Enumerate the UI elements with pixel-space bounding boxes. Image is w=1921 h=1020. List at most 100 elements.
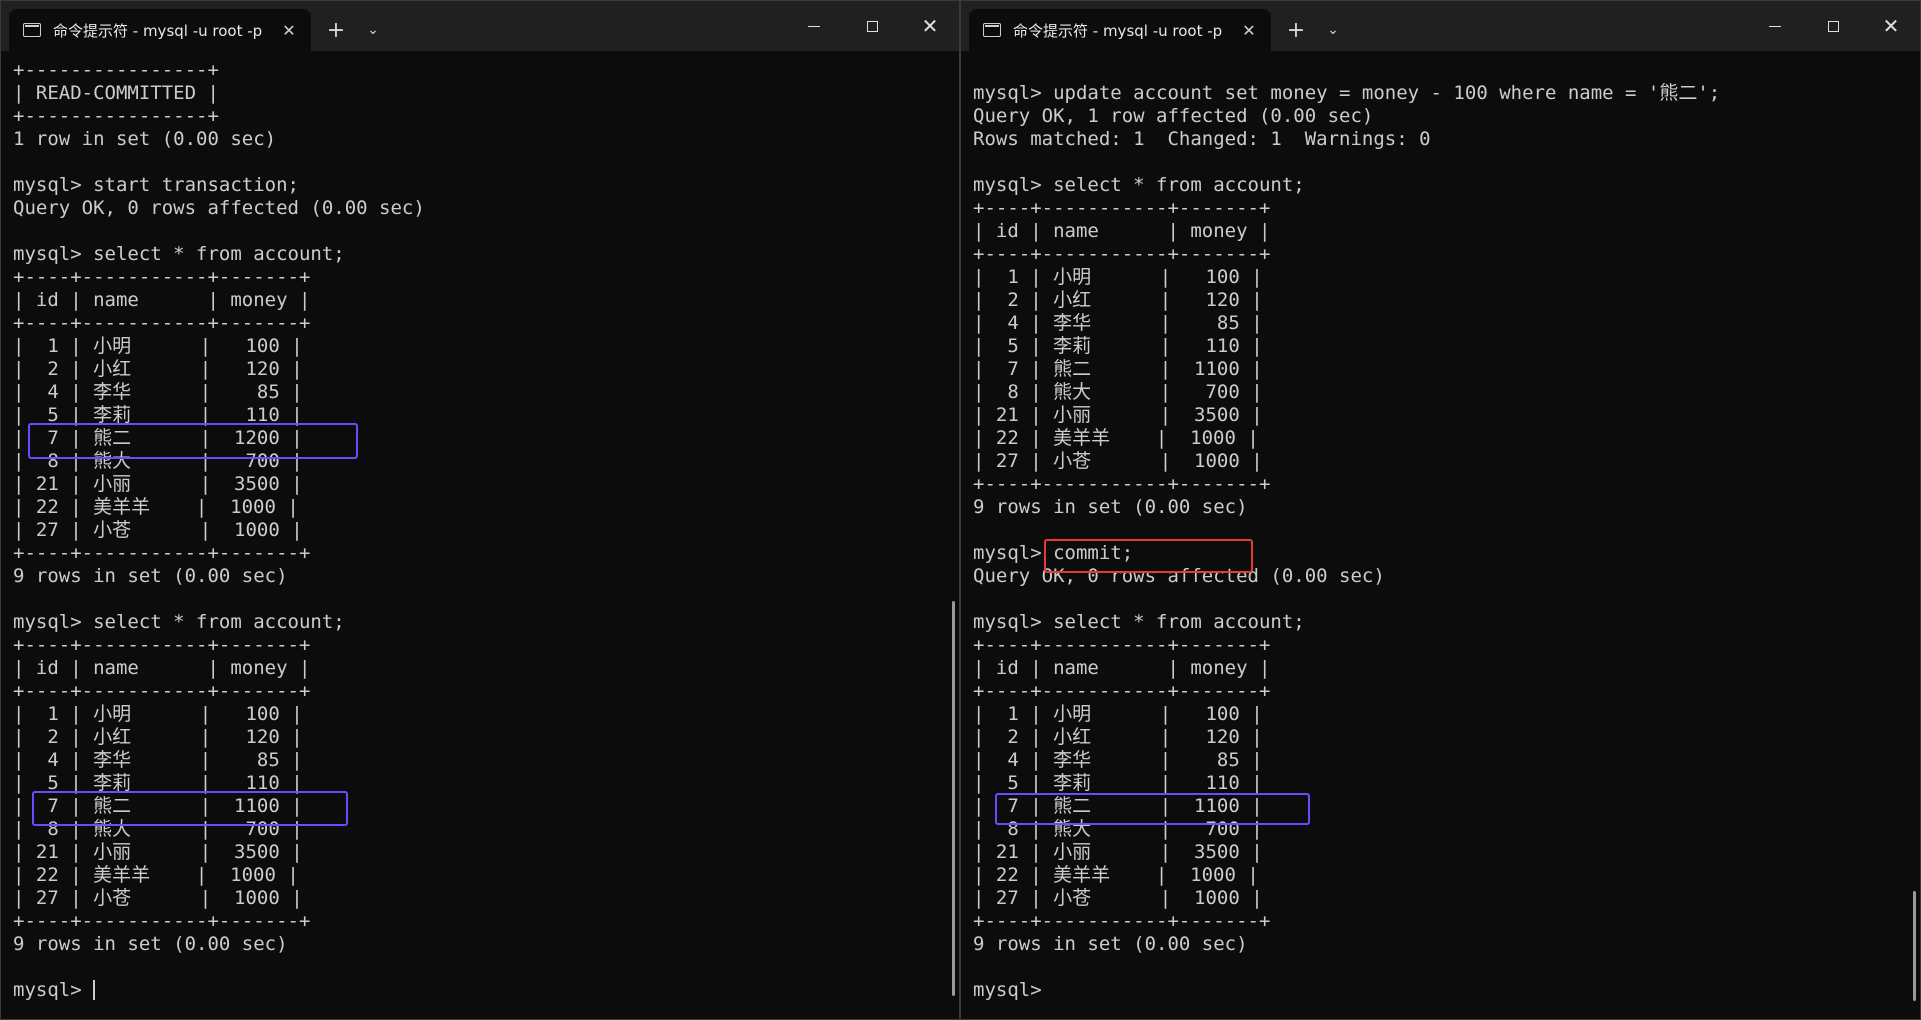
- text-cursor: [93, 980, 96, 1000]
- terminal-line: | 2 | 小红 | 120 |: [973, 289, 1263, 311]
- terminal-line: | 8 | 熊大 | 700 |: [13, 818, 303, 840]
- left-title-bar[interactable]: 命令提示符 - mysql -u root -p ✕ + ⌄ ✕: [1, 1, 959, 51]
- right-minimize-button[interactable]: [1746, 1, 1804, 51]
- terminal-line: | 8 | 熊大 | 700 |: [13, 450, 303, 472]
- terminal-line: 9 rows in set (0.00 sec): [973, 496, 1248, 518]
- close-icon: ✕: [921, 14, 939, 38]
- terminal-line: | 1 | 小明 | 100 |: [13, 335, 303, 357]
- terminal-line: +----+-----------+-------+: [973, 197, 1271, 219]
- terminal-line: | 5 | 李莉 | 110 |: [973, 772, 1263, 794]
- minimize-icon: [1769, 25, 1781, 27]
- terminal-line: mysql>: [973, 979, 1054, 1001]
- terminal-line: | 7 | 熊二 | 1100 |: [13, 795, 303, 817]
- terminal-line: mysql> select * from account;: [13, 243, 345, 265]
- close-icon: ✕: [1882, 14, 1900, 38]
- terminal-line: | 4 | 李华 | 85 |: [973, 312, 1263, 334]
- terminal-line: | 1 | 小明 | 100 |: [973, 266, 1263, 288]
- terminal-line: | 21 | 小丽 | 3500 |: [973, 404, 1263, 426]
- terminal-icon: [23, 23, 41, 37]
- terminal-line: +----+-----------+-------+: [973, 473, 1271, 495]
- left-tab-dropdown-button[interactable]: ⌄: [357, 9, 389, 51]
- terminal-line: | id | name | money |: [973, 220, 1271, 242]
- maximize-icon: [866, 20, 878, 32]
- terminal-line: | 27 | 小苍 | 1000 |: [13, 519, 303, 541]
- terminal-line: | 22 | 美羊羊 | 1000 |: [973, 864, 1259, 886]
- right-scrollbar[interactable]: [1913, 891, 1916, 1001]
- right-tab-title: 命令提示符 - mysql -u root -p: [1013, 21, 1223, 40]
- terminal-line: | 21 | 小丽 | 3500 |: [973, 841, 1263, 863]
- right-terminal-output[interactable]: mysql> update account set money = money …: [973, 59, 1904, 1019]
- terminal-line: Query OK, 0 rows affected (0.00 sec): [973, 565, 1385, 587]
- terminal-line: +----+-----------+-------+: [973, 634, 1271, 656]
- terminal-line: | 7 | 熊二 | 1200 |: [13, 427, 303, 449]
- terminal-line: | id | name | money |: [13, 657, 311, 679]
- terminal-line: | 21 | 小丽 | 3500 |: [13, 841, 303, 863]
- terminal-line: mysql> start transaction;: [13, 174, 299, 196]
- terminal-line: | 22 | 美羊羊 | 1000 |: [13, 496, 299, 518]
- terminal-line: | 2 | 小红 | 120 |: [13, 726, 303, 748]
- terminal-line: Rows matched: 1 Changed: 1 Warnings: 0: [973, 128, 1431, 150]
- terminal-line: | 2 | 小红 | 120 |: [13, 358, 303, 380]
- right-maximize-button[interactable]: [1804, 1, 1862, 51]
- terminal-line: | 27 | 小苍 | 1000 |: [13, 887, 303, 909]
- terminal-line: +----+-----------+-------+: [13, 680, 311, 702]
- left-terminal-output[interactable]: +----------------+ | READ-COMMITTED | +---…: [13, 59, 943, 1019]
- terminal-line: 9 rows in set (0.00 sec): [13, 565, 288, 587]
- right-tab[interactable]: 命令提示符 - mysql -u root -p ✕: [969, 9, 1271, 51]
- right-close-button[interactable]: ✕: [1862, 1, 1920, 51]
- right-tab-dropdown-button[interactable]: ⌄: [1317, 9, 1349, 51]
- terminal-line: | 27 | 小苍 | 1000 |: [973, 887, 1263, 909]
- close-icon[interactable]: ✕: [277, 18, 301, 42]
- close-icon[interactable]: ✕: [1237, 18, 1261, 42]
- terminal-line: | 5 | 李莉 | 110 |: [973, 335, 1263, 357]
- terminal-line: mysql> select * from account;: [973, 611, 1305, 633]
- right-title-bar[interactable]: 命令提示符 - mysql -u root -p ✕ + ⌄ ✕: [961, 1, 1920, 51]
- terminal-line: 1 row in set (0.00 sec): [13, 128, 277, 150]
- plus-icon: +: [326, 17, 346, 43]
- terminal-line: | 5 | 李莉 | 110 |: [13, 404, 303, 426]
- left-scrollbar[interactable]: [952, 601, 955, 996]
- terminal-line: | 22 | 美羊羊 | 1000 |: [973, 427, 1259, 449]
- terminal-line: | 2 | 小红 | 120 |: [973, 726, 1263, 748]
- left-window-controls: ✕: [785, 1, 959, 51]
- right-window-controls: ✕: [1746, 1, 1920, 51]
- left-minimize-button[interactable]: [785, 1, 843, 51]
- left-tab-title: 命令提示符 - mysql -u root -p: [53, 21, 263, 40]
- terminal-line: mysql>: [13, 979, 96, 1001]
- maximize-icon: [1827, 20, 1839, 32]
- terminal-line: Query OK, 1 row affected (0.00 sec): [973, 105, 1374, 127]
- terminal-line: +----+-----------+-------+: [13, 910, 311, 932]
- left-tab[interactable]: 命令提示符 - mysql -u root -p ✕: [9, 9, 311, 51]
- terminal-line: | 4 | 李华 | 85 |: [13, 381, 303, 403]
- terminal-line: 9 rows in set (0.00 sec): [973, 933, 1248, 955]
- terminal-line: | 7 | 熊二 | 1100 |: [973, 358, 1263, 380]
- terminal-line: mysql> update account set money = money …: [973, 82, 1721, 104]
- right-new-tab-button[interactable]: +: [1275, 9, 1317, 51]
- terminal-line: +----+-----------+-------+: [973, 680, 1271, 702]
- plus-icon: +: [1286, 17, 1306, 43]
- chevron-down-icon: ⌄: [367, 22, 379, 38]
- left-maximize-button[interactable]: [843, 1, 901, 51]
- terminal-line: mysql> commit;: [973, 542, 1134, 564]
- terminal-line: mysql> select * from account;: [973, 174, 1305, 196]
- terminal-line: | 1 | 小明 | 100 |: [13, 703, 303, 725]
- terminal-line: Query OK, 0 rows affected (0.00 sec): [13, 197, 425, 219]
- terminal-line: 9 rows in set (0.00 sec): [13, 933, 288, 955]
- terminal-icon: [983, 23, 1001, 37]
- terminal-line: | 8 | 熊大 | 700 |: [973, 818, 1263, 840]
- left-close-button[interactable]: ✕: [901, 1, 959, 51]
- right-terminal-window: 命令提示符 - mysql -u root -p ✕ + ⌄ ✕ mysql> …: [960, 0, 1921, 1020]
- terminal-line: +----+-----------+-------+: [13, 312, 311, 334]
- left-new-tab-button[interactable]: +: [315, 9, 357, 51]
- desktop: 命令提示符 - mysql -u root -p ✕ + ⌄ ✕ +------…: [0, 0, 1921, 1020]
- terminal-line: | 7 | 熊二 | 1100 |: [973, 795, 1263, 817]
- terminal-line: | id | name | money |: [13, 289, 311, 311]
- terminal-line: | 21 | 小丽 | 3500 |: [13, 473, 303, 495]
